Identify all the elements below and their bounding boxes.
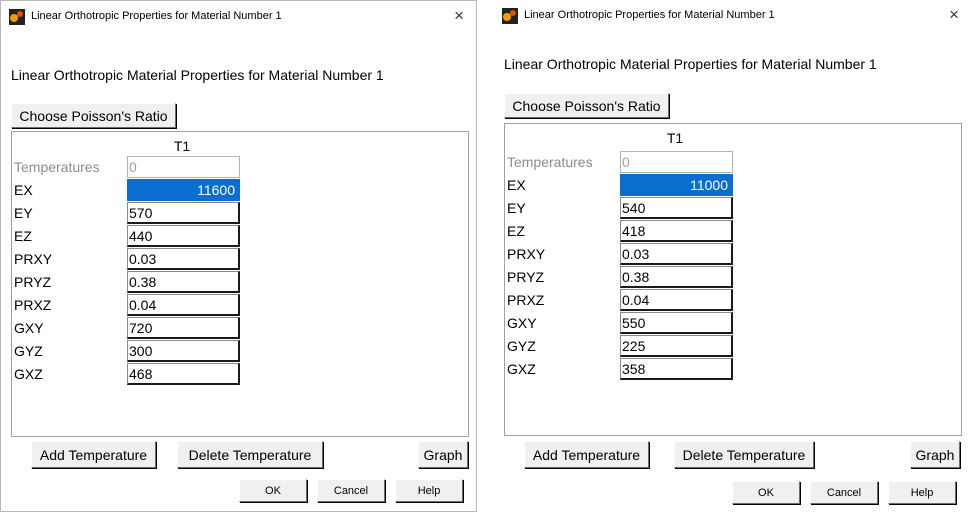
table-row: EY 540 [505,197,765,219]
pryz-field[interactable]: 0.38 [620,266,733,288]
row-label-ez: EZ [507,223,525,239]
column-header-t1: T1 [666,130,684,146]
gyz-field[interactable]: 300 [127,340,240,362]
table-row: PRXY 0.03 [505,243,765,265]
table-row: PRYZ 0.38 [12,271,272,293]
prxz-field[interactable]: 0.04 [127,294,240,316]
row-label-gxy: GXY [14,320,44,336]
row-label-gyz: GYZ [507,338,536,354]
row-label-gyz: GYZ [14,343,43,359]
table-row: GYZ 225 [505,335,765,357]
table-row: EX 11600 [12,179,272,201]
row-label-ex: EX [507,177,526,193]
dialog-heading: Linear Orthotropic Material Properties f… [504,56,877,72]
row-label-ex: EX [14,182,33,198]
graph-button[interactable]: Graph [418,441,468,468]
row-label-prxy: PRXY [507,246,546,262]
pryz-field[interactable]: 0.38 [127,271,240,293]
cancel-button[interactable]: Cancel [317,479,385,502]
row-label-pryz: PRYZ [507,269,545,285]
gxy-field[interactable]: 550 [620,312,733,334]
ok-button[interactable]: OK [732,481,800,504]
gxy-field[interactable]: 720 [127,317,240,339]
ey-field[interactable]: 570 [127,202,240,224]
title-bar[interactable]: Linear Orthotropic Properties for Materi… [1,1,476,31]
window-title: Linear Orthotropic Properties for Materi… [31,10,282,22]
title-bar[interactable]: Linear Orthotropic Properties for Materi… [494,0,971,30]
gxz-field[interactable]: 468 [127,363,240,385]
ey-field[interactable]: 540 [620,197,733,219]
ez-field[interactable]: 418 [620,220,733,242]
table-row: GXY 550 [505,312,765,334]
table-row: EY 570 [12,202,272,224]
add-temperature-button[interactable]: Add Temperature [31,441,156,468]
gxz-field[interactable]: 358 [620,358,733,380]
table-row: EX 11000 [505,174,765,196]
row-label-gxy: GXY [507,315,537,331]
table-row: EZ 440 [12,225,272,247]
close-icon[interactable]: × [949,5,959,25]
temperature-field: 0 [620,151,733,173]
table-row: Temperatures 0 [505,151,765,173]
help-button[interactable]: Help [395,479,463,502]
prxy-field[interactable]: 0.03 [127,248,240,270]
table-row: GXZ 358 [505,358,765,380]
table-row: EZ 418 [505,220,765,242]
temperature-field: 0 [127,156,240,178]
delete-temperature-button[interactable]: Delete Temperature [177,441,323,468]
close-icon[interactable]: × [454,6,464,26]
properties-table: T1 Temperatures 0 EX 11000 EY 540 EZ 418… [504,123,962,436]
add-temperature-button[interactable]: Add Temperature [524,441,649,468]
help-button[interactable]: Help [888,481,956,504]
ok-button[interactable]: OK [239,479,307,502]
choose-poisson-button[interactable]: Choose Poisson's Ratio [504,93,669,118]
row-label-ey: EY [14,205,33,221]
table-row: GYZ 300 [12,340,272,362]
ex-field[interactable]: 11600 [127,179,240,201]
row-label-gxz: GXZ [507,361,536,377]
prxy-field[interactable]: 0.03 [620,243,733,265]
table-row: GXY 720 [12,317,272,339]
material-dialog-2: Linear Orthotropic Properties for Materi… [494,0,971,512]
table-row: GXZ 468 [12,363,272,385]
row-label-prxy: PRXY [14,251,53,267]
table-row: PRXZ 0.04 [505,289,765,311]
ex-field[interactable]: 11000 [620,174,733,196]
prxz-field[interactable]: 0.04 [620,289,733,311]
delete-temperature-button[interactable]: Delete Temperature [674,441,814,468]
app-icon [9,9,25,25]
app-icon [502,8,518,24]
ez-field[interactable]: 440 [127,225,240,247]
row-label-prxz: PRXZ [14,297,52,313]
column-header-t1: T1 [173,138,191,154]
row-label-ey: EY [507,200,526,216]
choose-poisson-button[interactable]: Choose Poisson's Ratio [11,103,176,128]
cancel-button[interactable]: Cancel [810,481,878,504]
table-row: Temperatures 0 [12,156,272,178]
row-label-ez: EZ [14,228,32,244]
row-label-temperatures: Temperatures [507,154,593,170]
properties-table: T1 Temperatures 0 EX 11600 EY 570 EZ 440… [11,131,469,437]
table-row: PRXZ 0.04 [12,294,272,316]
dialog-heading: Linear Orthotropic Material Properties f… [11,67,384,83]
window-title: Linear Orthotropic Properties for Materi… [524,9,775,21]
gyz-field[interactable]: 225 [620,335,733,357]
row-label-pryz: PRYZ [14,274,52,290]
row-label-temperatures: Temperatures [14,159,100,175]
row-label-prxz: PRXZ [507,292,545,308]
table-row: PRXY 0.03 [12,248,272,270]
row-label-gxz: GXZ [14,366,43,382]
table-row: PRYZ 0.38 [505,266,765,288]
material-dialog-1: Linear Orthotropic Properties for Materi… [0,0,477,512]
graph-button[interactable]: Graph [910,441,960,468]
